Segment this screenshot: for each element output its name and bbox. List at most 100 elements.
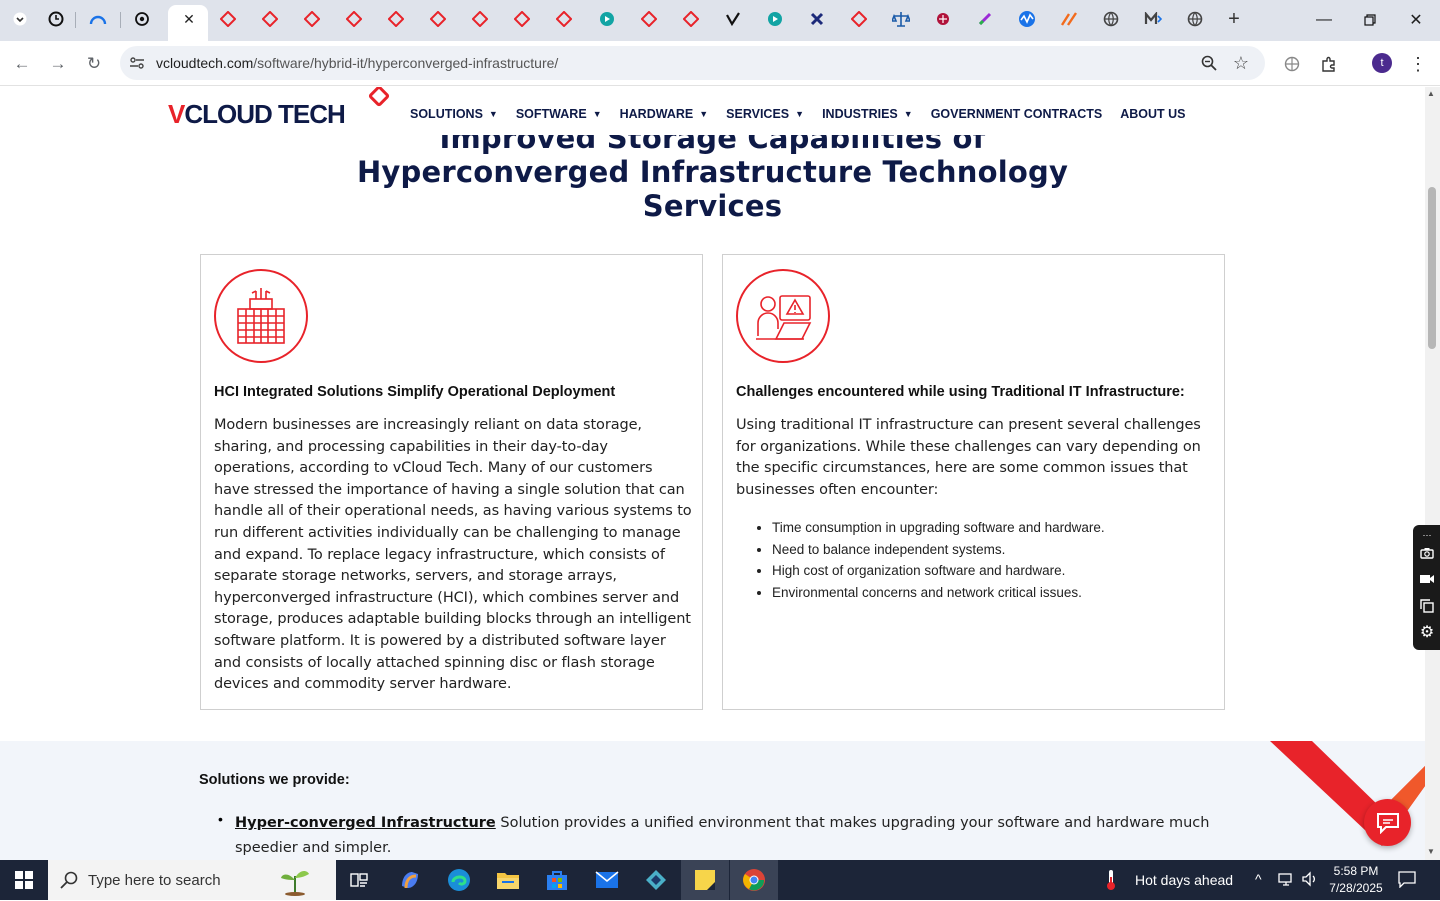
tab-favicon-arc-icon[interactable]: [89, 10, 107, 28]
microsoft-store-icon[interactable]: [545, 868, 569, 892]
nav-services[interactable]: SERVICES ▼: [726, 107, 804, 121]
back-arrow-icon[interactable]: ←: [11, 53, 33, 75]
tab-favicon-check-icon[interactable]: [724, 10, 742, 28]
task-view-icon[interactable]: [347, 868, 371, 892]
tab-favicon-diamond-icon[interactable]: [345, 10, 363, 28]
tab-favicon-openai-icon[interactable]: [133, 10, 151, 28]
scrollbar-thumb[interactable]: [1428, 187, 1436, 349]
scroll-down-arrow-icon[interactable]: ▼: [1427, 847, 1435, 856]
network-icon[interactable]: [1278, 871, 1296, 890]
tab-favicon-pen-icon[interactable]: [976, 10, 994, 28]
close-window-icon[interactable]: ✕: [1404, 8, 1428, 32]
tab-favicon-diamond-icon[interactable]: [640, 10, 658, 28]
tab-favicon-teal-icon[interactable]: [598, 10, 616, 28]
page-scrollbar[interactable]: ▲ ▼: [1425, 87, 1440, 860]
search-icon: [60, 871, 78, 894]
restore-icon[interactable]: [1358, 8, 1382, 32]
caret-down-icon: ▼: [699, 109, 709, 119]
logo-letter-v: V: [168, 99, 185, 129]
nav-label: SOLUTIONS: [410, 107, 483, 121]
nav-hardware[interactable]: HARDWARE ▼: [620, 107, 709, 121]
tab-favicon-globe-icon[interactable]: [1102, 10, 1120, 28]
site-info-icon[interactable]: [128, 54, 146, 72]
tab-favicon-slash-icon[interactable]: [1060, 10, 1078, 28]
windows-start-icon[interactable]: [0, 860, 48, 900]
tab-favicon-wave-icon[interactable]: [1018, 10, 1036, 28]
url-host: vcloudtech.com: [156, 55, 254, 71]
hci-link[interactable]: Hyper-converged Infrastructure: [235, 815, 496, 831]
chat-icon[interactable]: [1364, 799, 1411, 846]
challenges-list: Time consumption in upgrading software a…: [772, 517, 1212, 603]
list-item: Time consumption in upgrading software a…: [772, 517, 1212, 539]
file-explorer-icon[interactable]: [496, 868, 520, 892]
weather-thermometer-icon[interactable]: [1104, 869, 1118, 894]
chevron-up-icon[interactable]: ^: [1255, 871, 1262, 887]
url-path: /software/hybrid-it/hyperconverged-infra…: [253, 55, 559, 71]
tab-favicon-diamond-icon[interactable]: [429, 10, 447, 28]
nav-label: SOFTWARE: [515, 107, 587, 121]
camera-icon[interactable]: [1419, 545, 1435, 561]
more-options-icon[interactable]: ⋯: [1419, 527, 1435, 543]
main-navigation: SOLUTIONS ▼ SOFTWARE ▼ HARDWARE ▼ SERVICES ▼…: [410, 107, 1204, 121]
notifications-icon[interactable]: [1398, 870, 1416, 891]
bookmark-star-icon[interactable]: ☆: [1232, 53, 1250, 73]
video-camera-icon[interactable]: [1419, 571, 1435, 587]
tab-favicon-teal-icon[interactable]: [766, 10, 784, 28]
copy-window-icon[interactable]: [1419, 598, 1435, 614]
page-title-line: Services: [642, 189, 783, 223]
tab-search-icon[interactable]: [11, 10, 29, 28]
page-title-line: Hyperconverged Infrastructure Technology: [356, 155, 1069, 189]
volume-icon[interactable]: [1301, 871, 1319, 890]
tab-favicon-diamond-icon[interactable]: [303, 10, 321, 28]
copilot-icon[interactable]: [398, 868, 422, 892]
logo-text: CLOUD TECH: [184, 99, 345, 129]
nav-government-contracts[interactable]: GOVERNMENT CONTRACTS: [931, 107, 1103, 121]
nav-solutions[interactable]: SOLUTIONS ▼: [410, 107, 498, 121]
tab-favicon-diamond-icon[interactable]: [261, 10, 279, 28]
browser-menu-icon[interactable]: ⋮: [1407, 53, 1429, 75]
chrome-browser-icon[interactable]: [742, 868, 766, 892]
nav-about-us[interactable]: ABOUT US: [1120, 107, 1185, 121]
site-header: VCLOUD TECH SOLUTIONS ▼ SOFTWARE ▼ HARDWAR…: [0, 87, 1425, 135]
app-diamond-icon[interactable]: [644, 868, 668, 892]
tab-favicon-ball-icon[interactable]: [934, 10, 952, 28]
new-tab-plus-icon[interactable]: +: [1225, 8, 1243, 30]
tab-favicon-clock-icon[interactable]: [47, 10, 65, 28]
tab-favicon-diamond-icon[interactable]: [850, 10, 868, 28]
profile-avatar[interactable]: t: [1372, 53, 1392, 73]
taskbar-search-input[interactable]: Type here to search: [48, 860, 336, 900]
tab-favicon-scale-icon[interactable]: [892, 10, 910, 28]
nav-industries[interactable]: INDUSTRIES ▼: [822, 107, 913, 121]
tab-close-icon[interactable]: ✕: [180, 10, 198, 28]
tab-favicon-diamond-icon[interactable]: [219, 10, 237, 28]
tab-favicon-diamond-icon[interactable]: [387, 10, 405, 28]
tab-favicon-globe-icon[interactable]: [1186, 10, 1204, 28]
tab-favicon-m-icon[interactable]: [1144, 10, 1162, 28]
extensions-puzzle-icon[interactable]: [1318, 53, 1340, 75]
address-bar[interactable]: vcloudtech.com/software/hybrid-it/hyperc…: [120, 46, 1265, 80]
reload-icon[interactable]: ↻: [83, 53, 105, 75]
caret-down-icon: ▼: [488, 109, 498, 119]
minimize-icon[interactable]: —: [1312, 8, 1336, 32]
scroll-up-arrow-icon[interactable]: ▲: [1427, 89, 1435, 98]
translate-globe-icon[interactable]: [1281, 53, 1303, 75]
vcloud-tech-logo[interactable]: VCLOUD TECH: [168, 99, 346, 130]
tab-favicon-diamond-icon[interactable]: [513, 10, 531, 28]
weather-text[interactable]: Hot days ahead: [1135, 872, 1233, 888]
nav-software[interactable]: SOFTWARE ▼: [516, 107, 602, 121]
clock-date: 7/28/2025: [1329, 881, 1383, 895]
tab-favicon-x-icon[interactable]: [808, 10, 826, 28]
tab-favicon-diamond-icon[interactable]: [682, 10, 700, 28]
forward-arrow-icon[interactable]: →: [47, 53, 69, 75]
nav-label: HARDWARE: [619, 107, 694, 121]
taskbar-clock[interactable]: 5:58 PM 7/28/2025: [1326, 863, 1386, 897]
clock-time: 5:58 PM: [1333, 864, 1379, 878]
url-text[interactable]: vcloudtech.com/software/hybrid-it/hyperc…: [156, 55, 558, 71]
mail-icon[interactable]: [595, 868, 619, 892]
edge-browser-icon[interactable]: [447, 868, 471, 892]
settings-gear-icon[interactable]: ⚙: [1419, 624, 1435, 641]
tab-favicon-diamond-icon[interactable]: [471, 10, 489, 28]
sticky-notes-icon[interactable]: [693, 868, 717, 892]
zoom-icon[interactable]: [1200, 54, 1218, 72]
tab-favicon-diamond-icon[interactable]: [555, 10, 573, 28]
